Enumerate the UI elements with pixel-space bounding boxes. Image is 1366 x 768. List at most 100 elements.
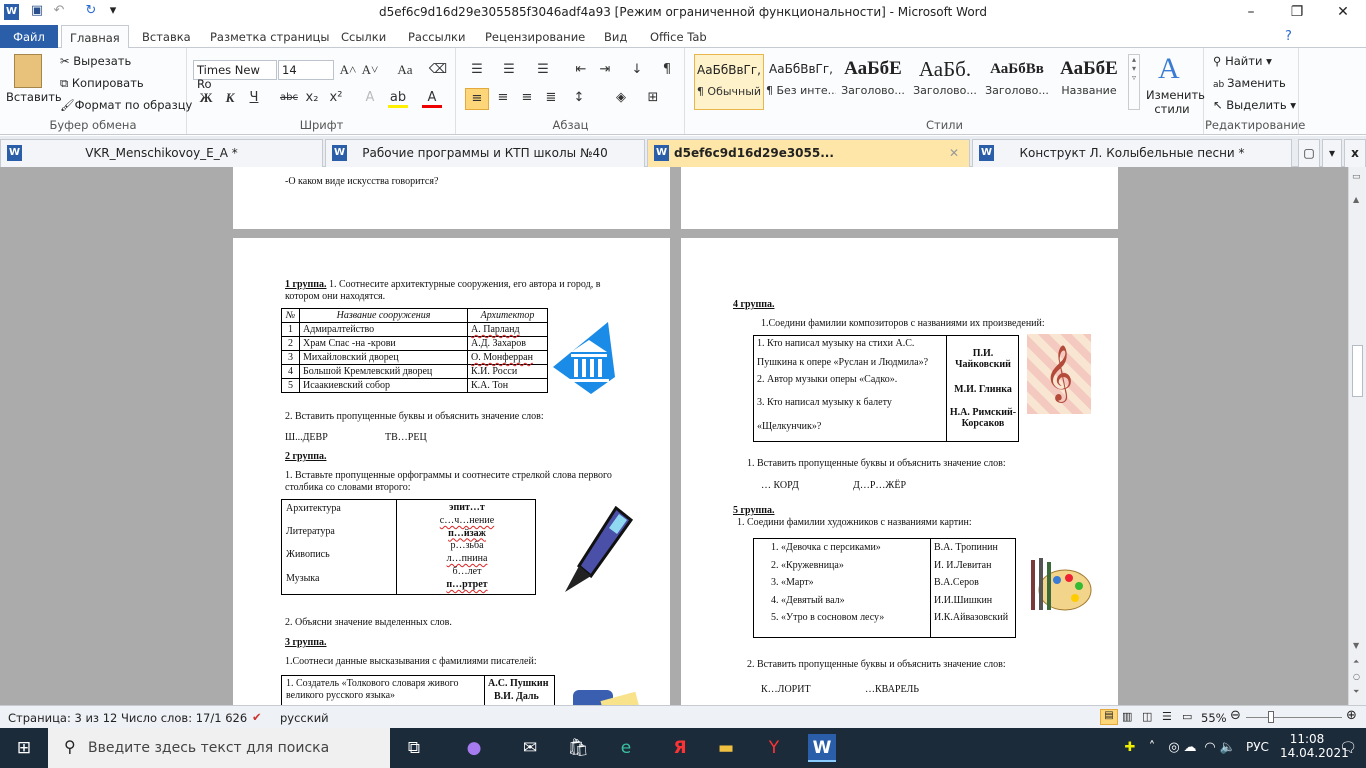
find-button[interactable]: ⚲ Найти ▾ — [1213, 54, 1272, 68]
browse-object-icon[interactable]: ○ — [1353, 672, 1360, 681]
zoom-out-button[interactable]: ⊖ — [1230, 708, 1241, 723]
edge-icon[interactable]: e — [612, 734, 640, 762]
tab-list-dropdown-icon[interactable]: ▾ — [1322, 139, 1342, 167]
close-all-icon[interactable]: x — [1344, 139, 1366, 167]
copy-button[interactable]: ⧉ Копировать — [60, 76, 144, 91]
increase-indent-icon[interactable]: ⇥ — [595, 60, 615, 80]
clock[interactable]: 11:08 14.04.2021 — [1280, 732, 1349, 760]
yandex-browser-icon[interactable]: Y — [760, 734, 788, 762]
maximize-button[interactable]: ❐ — [1274, 0, 1320, 25]
close-tab-icon[interactable]: ✕ — [949, 140, 959, 166]
highlight-icon[interactable]: ab — [388, 88, 408, 108]
numbering-icon[interactable]: ☰ — [499, 60, 519, 80]
mail-icon[interactable]: ✉ — [516, 734, 544, 762]
tab-view[interactable]: Вид — [596, 28, 635, 46]
tab-home[interactable]: Главная — [61, 25, 129, 49]
print-layout-icon[interactable]: ▤ — [1100, 709, 1118, 725]
zoom-level[interactable]: 55% — [1201, 711, 1227, 725]
align-right-icon[interactable]: ≡ — [517, 88, 537, 108]
doc-tab-1[interactable]: W VKR_Menschikovoy_E_A * — [0, 139, 323, 167]
change-styles-button[interactable]: Изменить стили — [1146, 88, 1205, 116]
borders-icon[interactable]: ⊞ — [643, 88, 663, 108]
tab-file[interactable]: Файл — [0, 25, 58, 48]
paste-button[interactable]: Вставить — [6, 90, 62, 104]
bold-button[interactable]: Ж — [196, 88, 216, 108]
search-box[interactable]: ⚲ Введите здесь текст для поиска — [48, 728, 390, 768]
word-taskbar-icon[interactable]: W — [808, 734, 836, 762]
superscript-button[interactable]: x² — [326, 88, 346, 108]
ruler-toggle-icon[interactable]: ▭ — [1352, 172, 1361, 182]
justify-icon[interactable]: ≣ — [541, 88, 561, 108]
language[interactable]: русский — [280, 711, 329, 725]
font-name-select[interactable]: Times New Ro — [193, 60, 277, 91]
doc-tab-2[interactable]: W Рабочие программы и КТП школы №40 — [325, 139, 645, 167]
word-count[interactable]: Число слов: 17/1 626 — [121, 711, 247, 725]
style-heading-2[interactable]: АаБб. Заголово... — [910, 54, 980, 110]
zoom-in-button[interactable]: ⊕ — [1346, 708, 1357, 723]
zoom-slider-thumb[interactable] — [1268, 711, 1274, 723]
style-normal[interactable]: АаБбВвГг, ¶ Обычный — [694, 54, 764, 110]
tab-review[interactable]: Рецензирование — [477, 28, 593, 46]
draft-icon[interactable]: ▭ — [1182, 710, 1192, 723]
store-icon[interactable]: 🛍 — [564, 734, 592, 762]
tab-mailings[interactable]: Рассылки — [400, 28, 473, 46]
doc-tab-4[interactable]: W Конструкт Л. Колыбельные песни * — [972, 139, 1292, 167]
yandex-icon[interactable]: Я — [666, 734, 694, 762]
help-icon[interactable]: ? — [1285, 29, 1292, 44]
font-color-icon[interactable]: A — [422, 88, 442, 108]
scroll-thumb[interactable] — [1352, 345, 1363, 397]
web-layout-icon[interactable]: ◫ — [1142, 710, 1152, 723]
line-spacing-icon[interactable]: ↕ — [569, 88, 589, 108]
decrease-indent-icon[interactable]: ⇤ — [571, 60, 591, 80]
style-title[interactable]: АаБбЕ Название — [1054, 54, 1124, 110]
previous-page-icon[interactable]: ⏶ — [1353, 657, 1359, 667]
file-explorer-icon[interactable]: ▬ — [712, 734, 740, 762]
change-case-button[interactable]: Aa — [392, 60, 418, 80]
notifications-icon[interactable]: 🗨 — [1334, 734, 1362, 762]
zoom-slider[interactable] — [1246, 717, 1342, 718]
next-page-icon[interactable]: ⏷ — [1353, 687, 1359, 697]
volume-icon[interactable]: 🔈 — [1214, 734, 1242, 762]
style-no-spacing[interactable]: АаБбВвГг, ¶ Без инте... — [766, 54, 836, 110]
close-button[interactable]: ✕ — [1320, 0, 1366, 25]
full-screen-reading-icon[interactable]: ▥ — [1122, 710, 1132, 723]
styles-scroll-icon[interactable]: ▴ ▾ ▿ — [1128, 54, 1140, 110]
vertical-scrollbar[interactable]: ▭ ▲ ▼ ⏶ ○ ⏷ — [1348, 167, 1366, 705]
shrink-font-button[interactable]: A˅ — [360, 60, 380, 80]
clear-formatting-icon[interactable]: ⌫ — [428, 60, 448, 80]
scroll-down-icon[interactable]: ▼ — [1353, 641, 1359, 650]
font-size-select[interactable]: 14 — [278, 60, 334, 80]
italic-button[interactable]: К — [220, 88, 240, 108]
strikethrough-button[interactable]: abc — [276, 88, 302, 108]
subscript-button[interactable]: x₂ — [302, 88, 322, 108]
grow-font-button[interactable]: A˄ — [338, 60, 358, 80]
start-windows-icon[interactable]: ⊞ — [10, 734, 38, 762]
align-left-icon[interactable]: ≡ — [465, 88, 489, 110]
scroll-up-icon[interactable]: ▲ — [1353, 195, 1359, 204]
input-language[interactable]: РУС — [1246, 740, 1269, 754]
style-heading-3[interactable]: АаБбВв Заголово... — [982, 54, 1052, 110]
underline-button[interactable]: Ч — [244, 88, 264, 108]
doc-tab-3[interactable]: Wd5ef6c9d16d29e3055... функциональности]… — [647, 139, 970, 186]
sort-icon[interactable]: ↓ — [627, 60, 647, 80]
replace-button[interactable]: ab Заменить — [1213, 76, 1286, 90]
multilevel-list-icon[interactable]: ☰ — [533, 60, 553, 80]
select-button[interactable]: ↖ Выделить ▾ — [1213, 98, 1296, 112]
tab-insert[interactable]: Вставка — [134, 28, 199, 46]
alice-icon[interactable]: ● — [460, 734, 488, 762]
align-center-icon[interactable]: ≡ — [493, 88, 513, 108]
cut-button[interactable]: ✂ Вырезать — [60, 54, 131, 68]
tab-page-layout[interactable]: Разметка страницы — [202, 28, 337, 46]
task-view-icon[interactable]: ⧉ — [400, 734, 428, 762]
shading-icon[interactable]: ◈ — [611, 88, 631, 108]
bullets-icon[interactable]: ☰ — [467, 60, 487, 80]
text-effects-icon[interactable]: A — [360, 88, 380, 108]
new-document-icon[interactable]: ▢ — [1298, 139, 1320, 167]
page-count[interactable]: Страница: 3 из 12 — [8, 711, 117, 725]
show-marks-button[interactable]: ¶ — [657, 60, 677, 80]
format-painter-button[interactable]: 🖌Формат по образцу — [60, 98, 192, 112]
tab-office-tab[interactable]: Office Tab — [642, 28, 715, 46]
tab-references[interactable]: Ссылки — [333, 28, 394, 46]
proofing-icon[interactable]: ✔ — [252, 710, 262, 724]
outline-icon[interactable]: ☰ — [1162, 710, 1172, 723]
